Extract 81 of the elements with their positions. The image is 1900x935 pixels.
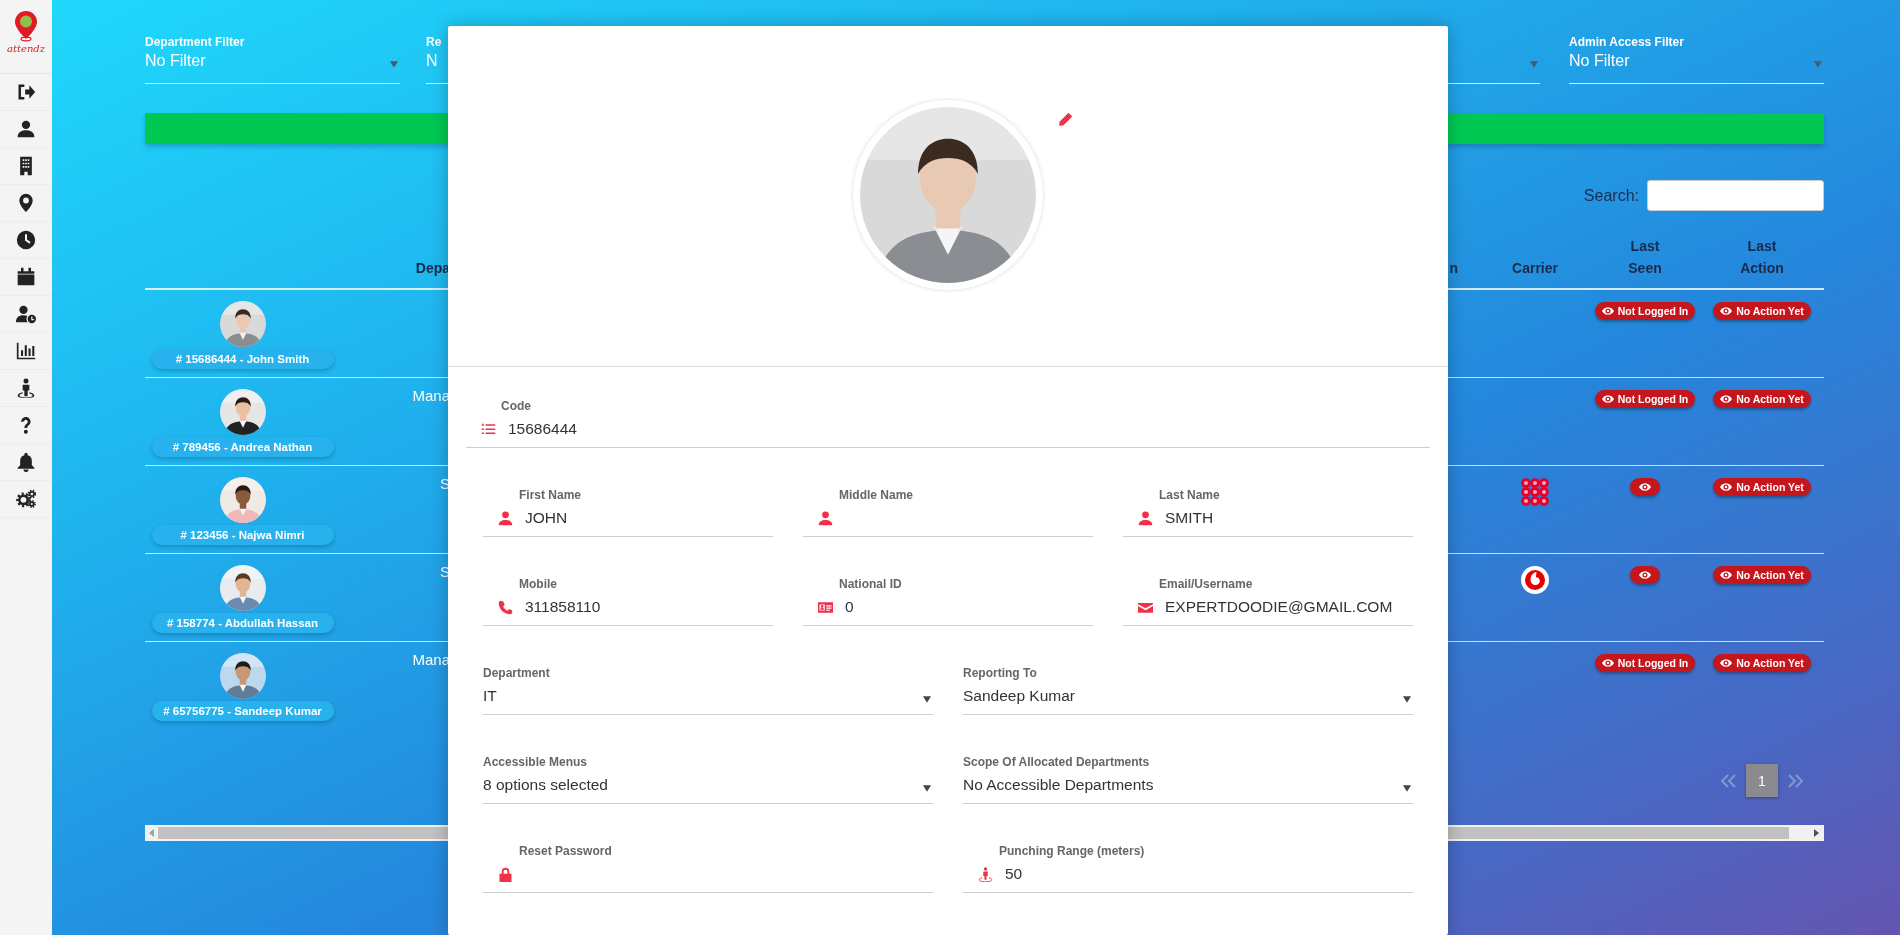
status-badge: No Action Yet — [1713, 566, 1811, 584]
eye-icon — [1601, 395, 1614, 403]
person-pin-icon — [978, 866, 993, 882]
status-badge: No Action Yet — [1713, 654, 1811, 672]
field-label: Reset Password — [518, 844, 613, 858]
field-label: Reporting To — [963, 666, 1038, 680]
person-pin-icon[interactable] — [16, 378, 36, 398]
input-field[interactable]: SMITH — [1123, 502, 1413, 537]
field-label: Department — [483, 666, 551, 680]
status-badge: Not Logged In — [1594, 302, 1696, 320]
eye-icon — [1639, 571, 1651, 579]
eye-icon — [1720, 307, 1733, 315]
id-card-icon — [818, 599, 833, 615]
bar-chart-icon[interactable] — [16, 341, 36, 361]
eye-icon — [1639, 483, 1651, 491]
field-label: Scope Of Allocated Departments — [963, 755, 1151, 769]
bell-icon[interactable] — [16, 452, 36, 472]
status-badge: Not Logged In — [1594, 654, 1696, 672]
caret-icon — [1530, 60, 1538, 68]
calendar-icon[interactable] — [16, 267, 36, 287]
input-field[interactable]: JOHN — [483, 502, 773, 537]
caret-icon — [1403, 784, 1411, 792]
eye-icon — [1720, 483, 1733, 491]
input-field[interactable]: 50 — [963, 858, 1413, 893]
status-badge: No Action Yet — [1713, 390, 1811, 408]
input-field[interactable]: EXPERTDOODIE@GMAIL.COM — [1123, 591, 1413, 626]
caret-icon — [390, 60, 398, 68]
gears-icon[interactable] — [16, 489, 36, 509]
sign-out-icon[interactable] — [16, 82, 36, 102]
caret-icon — [1814, 60, 1822, 68]
user-icon — [498, 510, 513, 526]
dropdown-field[interactable]: 8 options selected — [483, 769, 933, 804]
list-icon — [481, 421, 496, 437]
carrier-logo — [1521, 566, 1549, 594]
eye-icon — [1720, 571, 1733, 579]
caret-icon — [923, 784, 931, 792]
filter-label: Department Filter — [145, 35, 246, 49]
clock-icon[interactable] — [16, 230, 36, 250]
phone-icon — [498, 599, 513, 615]
pencil-icon[interactable] — [1058, 112, 1073, 127]
caret-icon — [1403, 695, 1411, 703]
user-clock-icon[interactable] — [16, 304, 36, 324]
search-field[interactable] — [1647, 180, 1824, 211]
filter-label: Admin Access Filter — [1569, 35, 1685, 49]
search-label: Search: — [1583, 186, 1639, 205]
column-header: Last Seen — [1590, 239, 1700, 290]
status-badge: Not Logged In — [1594, 390, 1696, 408]
logo-pin-icon — [14, 10, 38, 42]
map-pin-icon[interactable] — [16, 193, 36, 213]
filter-label: Re — [426, 35, 443, 49]
field-label: Email/Username — [1158, 577, 1254, 591]
field-label: Middle Name — [838, 488, 914, 502]
caret-icon — [923, 695, 931, 703]
dropdown-field[interactable]: IT — [483, 680, 933, 715]
status-badge: No Action Yet — [1713, 302, 1811, 320]
eye-icon — [1601, 307, 1614, 315]
field-label: Last Name — [1158, 488, 1221, 502]
user-icon — [818, 510, 833, 526]
eye-icon — [1720, 395, 1733, 403]
logo-text: attendz — [7, 43, 45, 55]
eye-icon — [1601, 659, 1614, 667]
dropdown-field[interactable]: No Accessible Departments — [963, 769, 1413, 804]
user-icon[interactable] — [16, 119, 36, 139]
field-label: Punching Range (meters) — [998, 844, 1146, 858]
dropdown-field[interactable]: Sandeep Kumar — [963, 680, 1413, 715]
user-icon — [1138, 510, 1153, 526]
eye-icon — [1720, 659, 1733, 667]
scroll-right-icon[interactable] — [1813, 829, 1819, 837]
field-label: Code — [500, 399, 532, 413]
field-label: Mobile — [518, 577, 558, 591]
field-label: First Name — [518, 488, 583, 502]
column-header: Carrier — [1480, 239, 1590, 290]
input-field[interactable]: 311858110 — [483, 591, 773, 626]
field-label: National ID — [838, 577, 903, 591]
input-field[interactable]: 0 — [803, 591, 1093, 626]
status-badge: No Action Yet — [1713, 478, 1811, 496]
lock-icon — [498, 866, 513, 882]
input-field[interactable]: 15686444 — [466, 413, 1430, 448]
field-label: Accessible Menus — [483, 755, 589, 769]
carrier-logo — [1521, 478, 1549, 506]
column-header: Last Action — [1700, 239, 1824, 290]
